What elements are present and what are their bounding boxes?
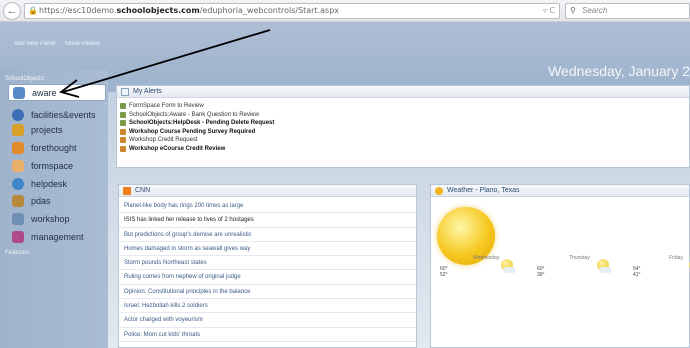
sidebar-item-label: workshop [31,213,70,224]
alert-item-icon [120,145,126,152]
news-item[interactable]: But predictions of group's demise are un… [119,228,416,242]
weather-forecast: Wednesday 60° 52° Thursday 60° 39° Friday … [431,197,690,342]
sidebar-item-forethought[interactable]: forethought [8,139,106,156]
news-panel-header: CNN [119,185,416,197]
weather-panel: Weather - Plano, Texas Wednesday 60° 52° … [430,184,690,348]
news-item[interactable]: Actor charged with voyeurism [119,313,416,328]
news-item[interactable]: ISIS has linked her release to lives of … [119,213,416,228]
alert-text: SchoolObjects:HelpDesk - Pending Delete … [129,120,275,126]
sidebar-item-label: facilities&events [31,109,96,120]
panel-tools: Add New Panel Move Panels [14,41,108,47]
sidebar-item-label: pdas [31,195,51,206]
weather-temps: 60° 39° [537,266,545,278]
alert-item[interactable]: SchoolObjects:Aware - Bank Question to R… [117,111,689,120]
news-item[interactable]: Ruling comes from nephew of original jud… [119,270,416,285]
weather-temps: 54° 41° [633,266,641,278]
sun-icon [435,187,443,195]
magnifier-icon [13,86,25,99]
sidebar-section-label: SchoolObjects: [5,76,46,82]
search-placeholder: Search [582,6,608,15]
rss-icon [123,187,131,195]
sidebar-item-label: projects [31,124,63,135]
news-item[interactable]: Storm pounds Northeast states [119,256,416,271]
workshop-icon [12,212,24,225]
weather-title: Weather - Plano, Texas [447,187,520,194]
browser-toolbar: ← 🔒 https://esc10demo.schoolobjects.com/… [0,0,690,22]
alert-item[interactable]: Workshop eCourse Credit Review [117,145,689,154]
weather-low: 41° [633,272,641,278]
sidebar-item-workshop[interactable]: workshop [8,210,106,227]
reload-icon[interactable]: ▿ C [543,4,555,18]
alert-item-icon [120,128,126,135]
weather-day: Thursday [569,255,590,261]
url-path: /eduphoria_webcontrols/Start.aspx [199,6,340,15]
alert-item[interactable]: Workshop Credit Request [117,136,689,145]
news-item[interactable]: Planet-like body has rings 200 times as … [119,199,416,214]
weather-low: 52° [440,272,448,278]
alert-item[interactable]: SchoolObjects:HelpDesk - Pending Delete … [117,119,689,128]
alerts-title: My Alerts [133,88,162,95]
alerts-icon [121,88,129,96]
sidebar-item-formspace[interactable]: formspace [8,157,106,174]
alert-item-icon [120,111,126,118]
weather-day: Friday [669,255,683,261]
back-arrow-icon[interactable]: ← [3,2,21,20]
alert-item[interactable]: FormSpace Form to Review [117,102,689,111]
alerts-panel: My Alerts FormSpace Form to Review Schoo… [116,85,690,168]
alert-item[interactable]: Workshop Course Pending Survey Required [117,128,689,137]
news-item[interactable]: Homes damaged in storm as seawall gives … [119,242,416,257]
news-item[interactable]: Police: Mom cut kids' throats [119,328,416,342]
sidebar-item-pdas[interactable]: pdas [8,192,106,209]
sidebar-item-label: forethought [31,142,77,153]
sidebar-item-label: helpdesk [31,178,68,189]
sidebar-item-management[interactable]: management [8,228,106,245]
weather-panel-header: Weather - Plano, Texas [431,185,689,197]
alert-text: Workshop Course Pending Survey Required [129,128,256,135]
add-new-panel-button[interactable]: Add New Panel [14,41,55,47]
cloud-icon [599,267,612,273]
alerts-panel-header: My Alerts [117,86,689,98]
alert-text: SchoolObjects:Aware - Bank Question to R… [129,111,259,118]
weather-temps: 60° 52° [440,266,448,278]
projects-icon [12,123,24,136]
alert-item-icon [120,120,126,126]
search-input[interactable]: ⚲ Search [565,3,690,19]
news-panel: CNN Planet-like body has rings 200 times… [118,184,417,348]
alert-item-icon [120,137,126,143]
move-panels-button[interactable]: Move Panels [65,41,100,47]
sidebar-item-label: management [31,231,84,242]
search-icon: ⚲ [570,6,576,15]
weather-low: 39° [537,272,545,278]
url-prefix: https://esc10demo. [39,6,117,15]
sidebar-item-helpdesk[interactable]: helpdesk [8,175,106,192]
sidebar-item-label: formspace [31,160,74,171]
pdas-icon [12,194,24,207]
helpdesk-icon [12,177,24,190]
sidebar-item-projects[interactable]: projects [8,121,106,138]
news-title: CNN [135,187,151,194]
alert-item-icon [120,103,126,109]
news-item[interactable]: Israel: Hezbollah kills 2 soldiers [119,299,416,314]
features-label: Features: [5,250,31,256]
sidebar-item-aware[interactable]: aware [8,84,106,101]
chevron-circle-icon [12,108,24,121]
formspace-icon [12,159,24,172]
alert-text: FormSpace Form to Review [129,103,204,109]
news-item[interactable]: Opinion: Constitutional principles in th… [119,285,416,300]
management-icon [12,230,24,243]
sidebar-item-label: aware [32,87,57,98]
cloud-icon [503,267,516,273]
forethought-icon [12,141,24,154]
page-date: Wednesday, January 2 [548,63,690,79]
url-domain: schoolobjects.com [116,6,200,15]
address-bar[interactable]: 🔒 https://esc10demo.schoolobjects.com/ed… [24,3,560,19]
alert-text: Workshop Credit Request [129,137,198,143]
lock-icon: 🔒 [28,6,38,15]
weather-day: Wednesday [473,255,500,261]
alert-text: Workshop eCourse Credit Review [129,145,226,152]
